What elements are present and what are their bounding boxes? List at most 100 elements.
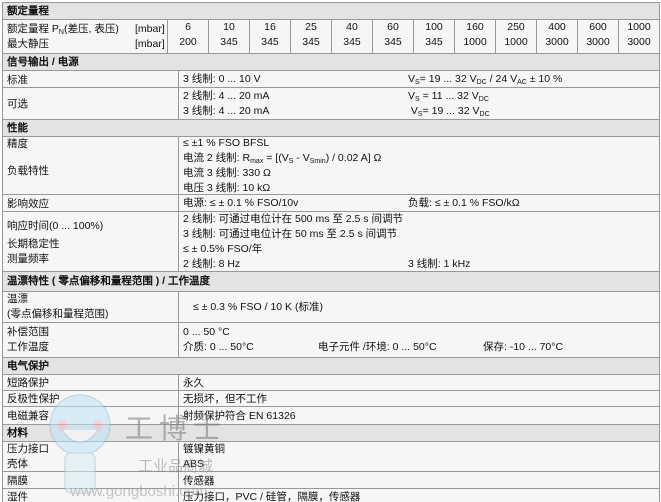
nominal-value: 25: [305, 21, 317, 33]
range-column: 100 345: [413, 20, 454, 53]
unit: [mbar]: [135, 22, 165, 35]
text: 测量频率: [7, 253, 49, 265]
nominal-value: 10: [223, 21, 235, 33]
unit: [mbar]: [135, 37, 165, 50]
section-materials: 材料: [3, 425, 659, 442]
section-thermal: 温漂特性 ( 零点偏移和量程范围 ) / 工作温度: [3, 272, 659, 292]
text: ≤ ±1 % FSO BFSL: [183, 136, 270, 149]
range-column: 6 200: [168, 20, 208, 53]
text: 2 线制: 4 ... 20 mA: [183, 89, 270, 102]
row-wetted: 湿件 压力接口，PVC / 硅管，隔膜，传感器: [3, 489, 659, 502]
section-performance: 性能: [3, 120, 659, 137]
text: 无损坏，但不工作: [183, 393, 267, 405]
text: 3 线制: 可通过电位计在 50 ms 至 2.5 s 间调节: [183, 227, 398, 240]
nominal-value: 40: [346, 21, 358, 33]
max-static-value: 3000: [627, 36, 651, 48]
text: AC: [517, 78, 527, 86]
text: 影响效应: [3, 195, 179, 211]
text: 电子元件 /环境: 0 ... 50°C: [318, 341, 437, 353]
max-static-value: 3000: [586, 36, 610, 48]
nominal-value: 60: [387, 21, 399, 33]
text: 电压 3 线制: 10 kΩ: [183, 181, 271, 194]
text: V: [408, 72, 416, 85]
nominal-range-label: 额定量程 P: [7, 22, 59, 35]
text: 温漂: [7, 293, 28, 305]
section-signal: 信号输出 / 电源: [3, 54, 659, 71]
nominal-value: 1000: [627, 21, 651, 33]
max-static-value: 345: [343, 36, 361, 48]
text: 压力接口，PVC / 硅管，隔膜，传感器: [183, 491, 361, 502]
row-drift: 温漂 (零点偏移和量程范围) ≤ ± 0.3 % FSO / 10 K (标准): [3, 292, 659, 323]
nominal-value: 400: [548, 21, 566, 33]
text: 补偿范围: [7, 326, 49, 338]
text: 保存: -10 ... 70°C: [483, 341, 564, 353]
text: 0 ... 50 °C: [183, 326, 230, 338]
text: 负载特性: [7, 165, 49, 177]
text: 短路保护: [3, 375, 179, 390]
text: 电源: ≤ ± 0.1 % FSO/10v: [183, 196, 299, 209]
text: 电流 3 线制: 330 Ω: [183, 166, 271, 179]
text: 2 线制: 8 Hz: [183, 257, 241, 270]
text: 隔膜: [3, 472, 179, 488]
range-column: 10 345: [208, 20, 249, 53]
text: = 11 ... 32 V: [422, 89, 479, 102]
text: Smin: [309, 157, 326, 165]
max-static-value: 345: [302, 36, 320, 48]
text: ≤ ± 0.3 % FSO / 10 K (标准): [193, 300, 323, 313]
range-column: 400 3000: [536, 20, 577, 53]
datasheet-page: 额定量程 额定量程 PN(差压, 表压) [mbar] 最大静压 [mbar] 62…: [0, 0, 661, 502]
max-static-value: 200: [179, 36, 197, 48]
text: 射频保护符合 EN 61326: [183, 410, 296, 422]
text: 壳体: [7, 457, 28, 470]
text: 3 线制: 4 ... 20 mA: [183, 104, 270, 117]
text: 压力接口: [7, 442, 49, 455]
text: 3 线制: 0 ... 10 V: [183, 72, 261, 85]
text: ± 10 %: [526, 72, 563, 85]
max-static-value: 345: [220, 36, 238, 48]
text: (零点偏移和量程范围): [7, 308, 109, 320]
text: 电磁兼容: [3, 407, 179, 424]
text: 长期稳定性: [7, 238, 60, 250]
range-column: 60 345: [372, 20, 413, 53]
section-electrical: 电气保护: [3, 358, 659, 375]
text: 工作温度: [7, 341, 49, 353]
text: = [(V: [263, 151, 289, 164]
row-temperature: 补偿范围 工作温度 0 ... 50 °C 介质: 0 ... 50°C 电子元件 /…: [3, 323, 659, 358]
spec-table: 额定量程 额定量程 PN(差压, 表压) [mbar] 最大静压 [mbar] 62…: [2, 2, 660, 502]
text: (差压, 表压): [63, 22, 119, 35]
range-column: 1000 3000: [618, 20, 659, 53]
range-column: 160 1000: [454, 20, 495, 53]
section-range: 额定量程: [3, 3, 659, 20]
max-static-value: 345: [384, 36, 402, 48]
text: 标准: [3, 71, 179, 87]
text: ) / 0.02 A] Ω: [325, 151, 382, 164]
range-column: 40 345: [331, 20, 372, 53]
text: = 19 ... 32 V: [419, 72, 477, 85]
row-reverse: 反极性保护 无损坏，但不工作: [3, 391, 659, 407]
row-diaphragm: 隔膜 传感器: [3, 472, 659, 489]
text: ≤ ± 0.5% FSO/年: [183, 242, 263, 255]
range-row: 额定量程 PN(差压, 表压) [mbar] 最大静压 [mbar] 6 200 10 3…: [3, 20, 659, 54]
nominal-value: 100: [425, 21, 443, 33]
range-column: 250 1000: [495, 20, 536, 53]
max-static-value: 1000: [504, 36, 528, 48]
text: - V: [293, 151, 310, 164]
nominal-value: 250: [507, 21, 525, 33]
row-standard: 标准 3 线制: 0 ... 10 V VS= 19 ... 32 VDC / 2…: [3, 71, 659, 88]
max-static-value: 345: [261, 36, 279, 48]
max-static-value: 3000: [545, 36, 569, 48]
range-values: 6 200 10 345 16 345 25 345 40 345 60 345 100 345 160 10…: [168, 20, 659, 53]
text: 负载: ≤ ± 0.1 % FSO/kΩ: [408, 196, 520, 209]
range-column: 600 3000: [577, 20, 618, 53]
text: 可选: [3, 88, 179, 119]
text: 2 线制: 可通过电位计在 500 ms 至 2.5 s 间调节: [183, 212, 403, 225]
row-short: 短路保护 永久: [3, 375, 659, 391]
row-optional: 可选 2 线制: 4 ... 20 mA VS = 11 ... 32 VDC 3…: [3, 88, 659, 120]
row-emc: 电磁兼容 射频保护符合 EN 61326: [3, 407, 659, 425]
max-static-value: 1000: [463, 36, 487, 48]
text: 传感器: [183, 474, 215, 487]
text: 3 线制: 1 kHz: [408, 257, 471, 270]
row-port-housing: 压力接口 壳体 镀镍黄铜 ABS: [3, 442, 659, 472]
text: max: [250, 157, 264, 165]
text: 电流 2 线制: R: [183, 151, 251, 164]
